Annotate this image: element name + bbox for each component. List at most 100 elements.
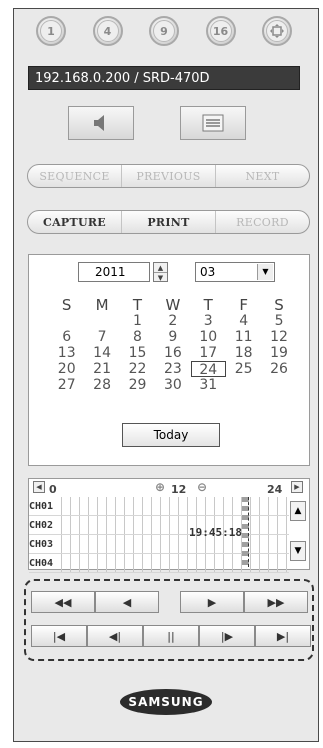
- timeline-cells[interactable]: [61, 535, 289, 553]
- calendar-day[interactable]: 4: [226, 313, 261, 329]
- calendar-day[interactable]: 30: [155, 377, 190, 393]
- scroll-down-icon[interactable]: ▼: [290, 541, 306, 561]
- next-button[interactable]: NEXT: [216, 165, 309, 187]
- step-forward-button[interactable]: |▶: [199, 625, 255, 647]
- spin-down-icon[interactable]: ▼: [154, 273, 167, 282]
- play-icon: ▶: [207, 595, 217, 609]
- step-back-icon: ◀|: [108, 629, 122, 643]
- calendar-day[interactable]: 29: [120, 377, 155, 393]
- timeline-channel-row: CH04: [29, 554, 289, 573]
- timeline-cursor[interactable]: [248, 497, 249, 567]
- play-button[interactable]: ▶: [180, 591, 244, 613]
- weekday-label: M: [95, 296, 109, 314]
- timeline-cells[interactable]: [61, 554, 289, 572]
- split-1-label: 1: [47, 24, 55, 38]
- calendar-day[interactable]: 17: [191, 345, 226, 361]
- calendar-day-selected[interactable]: 24: [190, 361, 226, 378]
- split-9-button[interactable]: 9: [149, 16, 179, 46]
- year-input[interactable]: 2011: [78, 262, 150, 282]
- calendar-day[interactable]: 16: [155, 345, 190, 361]
- pause-button[interactable]: ||: [143, 625, 199, 647]
- year-spinner[interactable]: ▲ ▼: [153, 262, 168, 282]
- fast-rewind-button[interactable]: ◀◀: [31, 591, 95, 613]
- fast-forward-button[interactable]: ▶▶: [244, 591, 308, 613]
- record-button[interactable]: RECORD: [216, 211, 309, 233]
- weekday-label: T: [203, 296, 213, 314]
- timeline-grid[interactable]: CH01 CH02 CH03 CH04: [29, 497, 289, 573]
- calendar-day[interactable]: 21: [84, 361, 119, 377]
- weekday-header: S M T W T F S: [49, 297, 297, 313]
- split-4-button[interactable]: 4: [92, 16, 123, 46]
- print-button[interactable]: PRINT: [122, 211, 216, 233]
- skip-start-icon: |◀: [52, 629, 66, 643]
- step-back-button[interactable]: ◀|: [87, 625, 143, 647]
- scroll-up-icon[interactable]: ▲: [290, 501, 306, 521]
- calendar-day[interactable]: 20: [49, 361, 84, 377]
- pause-icon: ||: [167, 629, 175, 643]
- timeline-end-label: 24: [267, 483, 283, 496]
- calendar-day[interactable]: 2: [155, 313, 190, 329]
- spin-up-icon[interactable]: ▲: [154, 263, 167, 273]
- split-16-label: 16: [212, 24, 229, 38]
- calendar-week: 1 2 3 4 5: [49, 313, 297, 329]
- capture-button[interactable]: CAPTURE: [28, 211, 122, 233]
- calendar-day[interactable]: 7: [84, 329, 119, 345]
- sequence-button[interactable]: SEQUENCE: [28, 165, 122, 187]
- split-16-button[interactable]: 16: [205, 16, 236, 46]
- calendar-day[interactable]: 26: [261, 361, 296, 377]
- month-select[interactable]: 03 ▼: [195, 262, 275, 282]
- rewind-button[interactable]: ◀: [95, 591, 159, 613]
- calendar-day[interactable]: 25: [226, 361, 261, 377]
- calendar-day[interactable]: 27: [49, 377, 84, 393]
- calendar-day[interactable]: 5: [261, 313, 296, 329]
- calendar-grid: S M T W T F S 1 2 3 4 5 6 7 8 9 10 11 12…: [49, 297, 297, 393]
- calendar-day[interactable]: 9: [155, 329, 190, 345]
- calendar-day[interactable]: 31: [191, 377, 226, 393]
- go-to-start-button[interactable]: |◀: [31, 625, 87, 647]
- calendar-day[interactable]: [49, 313, 84, 329]
- calendar-day[interactable]: [226, 377, 261, 393]
- timeline-current-time: 19:45:18: [189, 526, 242, 539]
- calendar-day[interactable]: 23: [155, 361, 190, 377]
- timeline-cells[interactable]: [61, 516, 289, 534]
- calendar-week: 13 14 15 16 17 18 19: [49, 345, 297, 361]
- fullscreen-button[interactable]: [262, 16, 292, 46]
- channel-label: CH04: [29, 557, 54, 569]
- calendar-week: 20 21 22 23 24 25 26: [49, 361, 297, 378]
- chevron-down-icon[interactable]: ▼: [257, 264, 273, 280]
- timeline-left-arrow-icon[interactable]: ◀: [33, 481, 45, 493]
- zoom-out-icon[interactable]: ⊖: [197, 480, 207, 494]
- calendar-day[interactable]: 13: [49, 345, 84, 361]
- calendar-week: 27 28 29 30 31: [49, 377, 297, 393]
- calendar-day[interactable]: 10: [191, 329, 226, 345]
- calendar-day[interactable]: [84, 313, 119, 329]
- calendar-day[interactable]: 1: [120, 313, 155, 329]
- calendar-day[interactable]: 8: [120, 329, 155, 345]
- timeline-right-arrow-icon[interactable]: ▶: [291, 481, 303, 493]
- calendar-day[interactable]: 22: [120, 361, 155, 377]
- calendar-day[interactable]: 18: [226, 345, 261, 361]
- today-button[interactable]: Today: [122, 423, 220, 447]
- split-1-button[interactable]: 1: [36, 16, 66, 46]
- connection-address: 192.168.0.200 / SRD-470D: [28, 66, 300, 90]
- calendar-day[interactable]: 15: [120, 345, 155, 361]
- calendar-day[interactable]: 12: [261, 329, 296, 345]
- zoom-in-icon[interactable]: ⊕: [155, 480, 165, 494]
- previous-button[interactable]: PREVIOUS: [122, 165, 216, 187]
- audio-button[interactable]: [68, 106, 134, 140]
- calendar-day[interactable]: 19: [261, 345, 296, 361]
- calendar-day[interactable]: 11: [226, 329, 261, 345]
- action-bar: CAPTURE PRINT RECORD: [27, 210, 310, 234]
- go-to-end-button[interactable]: ▶|: [255, 625, 311, 647]
- menu-button[interactable]: [180, 106, 246, 140]
- calendar-day[interactable]: 28: [84, 377, 119, 393]
- calendar-day[interactable]: [261, 377, 296, 393]
- calendar-day[interactable]: 3: [191, 313, 226, 329]
- view-split-bar: 1 4 9 16: [22, 14, 306, 48]
- weekday-label: S: [274, 296, 284, 314]
- calendar-day[interactable]: 6: [49, 329, 84, 345]
- calendar-day[interactable]: 14: [84, 345, 119, 361]
- skip-end-icon: ▶|: [276, 629, 290, 643]
- timeline-cells[interactable]: [61, 497, 289, 515]
- playback-speed-row: ◀◀ ◀: [31, 591, 159, 613]
